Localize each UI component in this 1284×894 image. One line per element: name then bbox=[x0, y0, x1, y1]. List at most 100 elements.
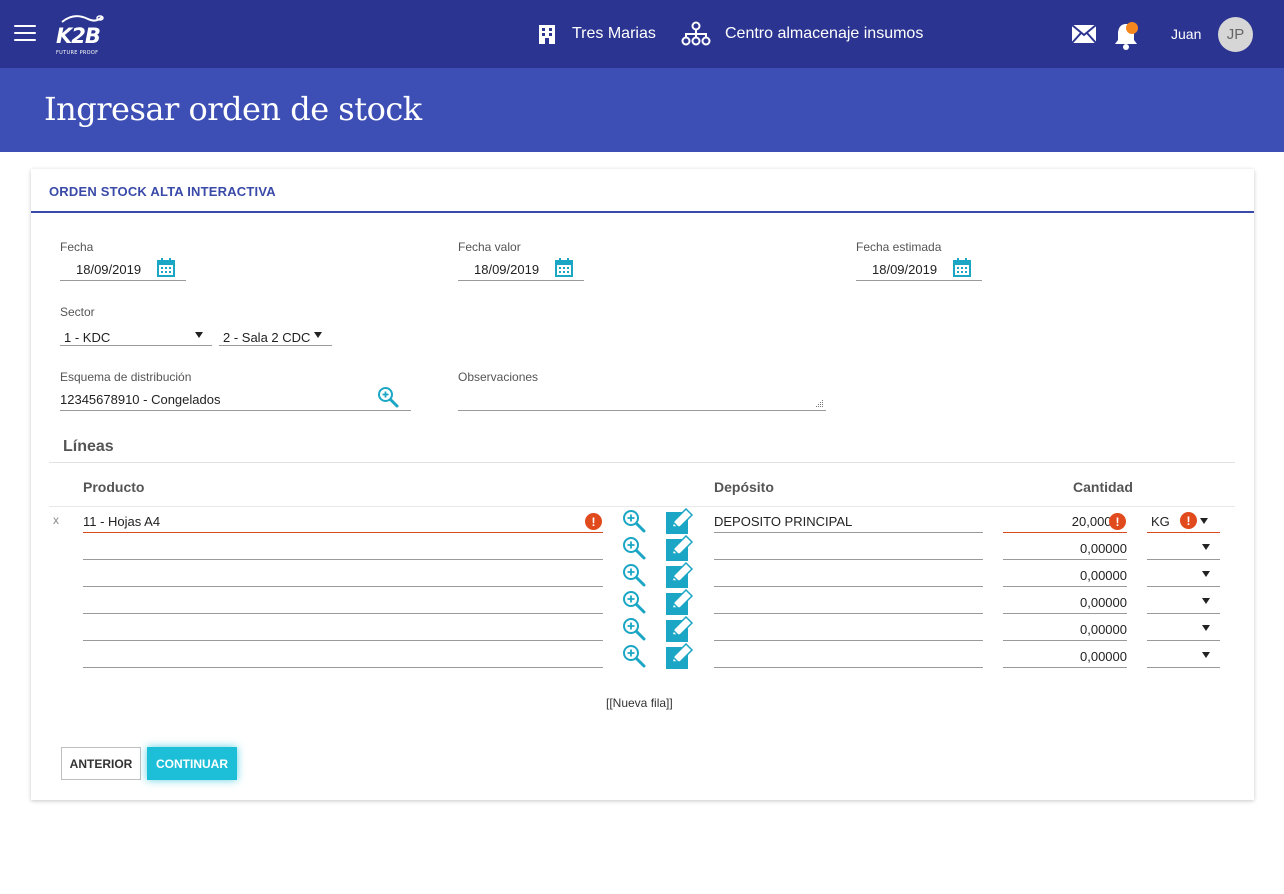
sector-label: Sector bbox=[60, 305, 95, 319]
producto-search-icon[interactable] bbox=[622, 590, 646, 614]
building-icon bbox=[539, 25, 555, 44]
section-divider bbox=[49, 462, 1235, 463]
notifications-bell-icon[interactable] bbox=[1113, 20, 1143, 50]
producto-search-icon[interactable] bbox=[622, 536, 646, 560]
fecha-label: Fecha bbox=[60, 240, 94, 254]
esquema-search-icon[interactable] bbox=[377, 386, 399, 408]
new-row-link[interactable]: [[Nueva fila]] bbox=[606, 696, 673, 710]
deposito-input[interactable] bbox=[714, 561, 983, 587]
edit-icon[interactable] bbox=[666, 616, 694, 642]
unidad-select[interactable]: KG ! bbox=[1147, 507, 1220, 533]
chevron-down-icon bbox=[1202, 544, 1210, 550]
menu-icon[interactable] bbox=[14, 25, 36, 43]
card-title: ORDEN STOCK ALTA INTERACTIVA bbox=[49, 184, 276, 199]
k2b-logo[interactable]: K2B FUTURE PROOF bbox=[54, 14, 108, 58]
sala-select[interactable]: 2 - Sala 2 CDC bbox=[219, 326, 332, 346]
fecha-valor-calendar-icon[interactable] bbox=[555, 258, 573, 277]
table-row: 0,00000 bbox=[0, 615, 1284, 642]
producto-search-icon[interactable] bbox=[622, 509, 646, 533]
table-row: x 11 - Hojas A4 ! DEPOSITO PRINCIPAL 20,… bbox=[0, 507, 1284, 534]
edit-icon[interactable] bbox=[666, 562, 694, 588]
company-name: Tres Marias bbox=[572, 25, 656, 42]
edit-icon[interactable] bbox=[666, 535, 694, 561]
logo-text: K2B bbox=[56, 24, 101, 48]
chevron-down-icon bbox=[314, 332, 322, 338]
top-bar: K2B FUTURE PROOF Tres Marias Centro alma… bbox=[0, 0, 1284, 68]
fecha-estimada-value: 18/09/2019 bbox=[872, 262, 938, 277]
deposito-input[interactable] bbox=[714, 534, 983, 560]
unidad-select[interactable] bbox=[1147, 534, 1220, 560]
cantidad-value: 0,00000 bbox=[1080, 595, 1127, 610]
notification-dot bbox=[1126, 22, 1138, 34]
cantidad-value: 0,00000 bbox=[1080, 541, 1127, 556]
column-header-cantidad: Cantidad bbox=[1073, 479, 1133, 495]
unidad-select[interactable] bbox=[1147, 561, 1220, 587]
chevron-down-icon bbox=[1202, 571, 1210, 577]
cantidad-input[interactable]: 0,00000 bbox=[1003, 561, 1127, 587]
card-header: ORDEN STOCK ALTA INTERACTIVA bbox=[31, 169, 1254, 213]
cantidad-input[interactable]: 0,00000 bbox=[1003, 615, 1127, 641]
user-avatar[interactable]: JP bbox=[1218, 17, 1253, 52]
location-name: Centro almacenaje insumos bbox=[725, 25, 924, 42]
fecha-estimada-calendar-icon[interactable] bbox=[953, 258, 971, 277]
anterior-button[interactable]: ANTERIOR bbox=[61, 747, 141, 780]
edit-icon[interactable] bbox=[666, 508, 694, 534]
unidad-value: KG bbox=[1151, 514, 1170, 529]
deposito-value: DEPOSITO PRINCIPAL bbox=[714, 514, 853, 529]
cantidad-input[interactable]: 0,00000 bbox=[1003, 588, 1127, 614]
fecha-valor-value: 18/09/2019 bbox=[474, 262, 540, 277]
sector-value: 1 - KDC bbox=[64, 330, 111, 345]
mail-icon[interactable] bbox=[1071, 24, 1097, 44]
producto-search-icon[interactable] bbox=[622, 644, 646, 668]
sala-value: 2 - Sala 2 CDC bbox=[223, 330, 311, 345]
cantidad-input[interactable]: 0,00000 bbox=[1003, 534, 1127, 560]
observaciones-label: Observaciones bbox=[458, 370, 539, 384]
producto-input[interactable] bbox=[83, 642, 603, 668]
remove-row-button[interactable]: x bbox=[53, 513, 59, 527]
cantidad-value: 0,00000 bbox=[1080, 649, 1127, 664]
esquema-input[interactable]: 12345678910 - Congelados bbox=[60, 389, 411, 411]
chevron-down-icon bbox=[1202, 598, 1210, 604]
deposito-input[interactable]: DEPOSITO PRINCIPAL bbox=[714, 507, 983, 533]
deposito-input[interactable] bbox=[714, 615, 983, 641]
chevron-down-icon bbox=[1200, 518, 1208, 524]
deposito-input[interactable] bbox=[714, 642, 983, 668]
cantidad-input[interactable]: 0,00000 bbox=[1003, 642, 1127, 668]
fecha-calendar-icon[interactable] bbox=[157, 258, 175, 277]
producto-search-icon[interactable] bbox=[622, 563, 646, 587]
esquema-value: 12345678910 - Congelados bbox=[60, 392, 221, 407]
unidad-select[interactable] bbox=[1147, 588, 1220, 614]
edit-icon[interactable] bbox=[666, 589, 694, 615]
logo-swoosh-icon bbox=[61, 15, 104, 23]
deposito-input[interactable] bbox=[714, 588, 983, 614]
table-row: 0,00000 bbox=[0, 588, 1284, 615]
column-header-producto: Producto bbox=[83, 479, 145, 495]
cantidad-input[interactable]: 20,00000 ! bbox=[1003, 507, 1127, 533]
resize-handle-icon[interactable] bbox=[816, 400, 824, 408]
producto-input[interactable] bbox=[83, 561, 603, 587]
producto-value: 11 - Hojas A4 bbox=[83, 514, 161, 529]
observaciones-textarea[interactable] bbox=[458, 389, 826, 411]
page-title: Ingresar orden de stock bbox=[44, 90, 422, 128]
continuar-button[interactable]: CONTINUAR bbox=[147, 747, 237, 780]
sector-select[interactable]: 1 - KDC bbox=[60, 326, 212, 346]
unidad-select[interactable] bbox=[1147, 615, 1220, 641]
fecha-estimada-label: Fecha estimada bbox=[856, 240, 942, 254]
error-icon: ! bbox=[1180, 512, 1197, 529]
hierarchy-icon bbox=[681, 21, 711, 46]
column-header-deposito: Depósito bbox=[714, 479, 774, 495]
producto-input[interactable] bbox=[83, 615, 603, 641]
producto-input[interactable] bbox=[83, 588, 603, 614]
unidad-select[interactable] bbox=[1147, 642, 1220, 668]
producto-search-icon[interactable] bbox=[622, 617, 646, 641]
cantidad-value: 0,00000 bbox=[1080, 568, 1127, 583]
esquema-label: Esquema de distribución bbox=[60, 370, 192, 384]
edit-icon[interactable] bbox=[666, 643, 694, 669]
company-selector[interactable]: Tres Marias bbox=[536, 0, 656, 68]
table-row: 0,00000 bbox=[0, 534, 1284, 561]
producto-input[interactable] bbox=[83, 534, 603, 560]
user-name[interactable]: Juan bbox=[1171, 26, 1201, 42]
producto-input[interactable]: 11 - Hojas A4 ! bbox=[83, 507, 603, 533]
table-row: 0,00000 bbox=[0, 561, 1284, 588]
location-selector[interactable]: Centro almacenaje insumos bbox=[681, 0, 923, 68]
